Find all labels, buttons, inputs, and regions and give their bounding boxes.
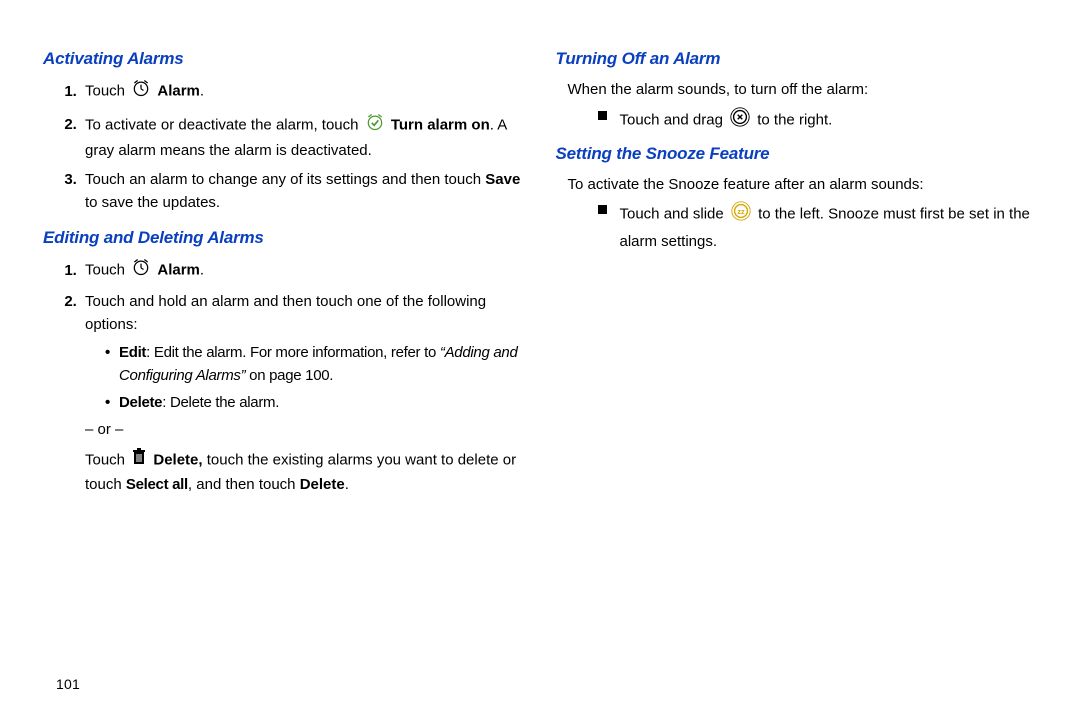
heading-editing-deleting-alarms: Editing and Deleting Alarms [43, 225, 528, 251]
alarm-clock-icon [131, 257, 151, 284]
bold-text: Turn alarm on [391, 116, 490, 133]
manual-page: Activating Alarms Touch Alarm. To activa… [0, 0, 1080, 720]
heading-activating-alarms: Activating Alarms [43, 46, 528, 72]
editing-alarms-list: Touch Alarm. Touch and hold an alarm and… [55, 257, 528, 496]
turn-off-list: Touch and drag to the right. [568, 106, 1041, 135]
intro-text: When the alarm sounds, to turn off the a… [568, 78, 1041, 101]
text: Touch [85, 83, 129, 100]
svg-text:zz: zz [737, 208, 745, 217]
text: on page 100. [245, 367, 333, 384]
left-column: Activating Alarms Touch Alarm. To activa… [55, 40, 528, 700]
text: . [200, 262, 204, 279]
intro-text: To activate the Snooze feature after an … [568, 173, 1041, 196]
text: Touch and slide [620, 206, 728, 223]
list-item: Delete: Delete the alarm. [105, 391, 528, 414]
bold-text: Delete, [153, 451, 202, 468]
list-item: Touch Alarm. [81, 78, 528, 105]
text: to the right. [757, 111, 832, 128]
page-number: 101 [56, 676, 80, 692]
snooze-list: Touch and slide zz to the left. Snooze m… [568, 200, 1041, 253]
heading-turning-off-alarm: Turning Off an Alarm [556, 46, 1041, 72]
text: Touch an alarm to change any of its sett… [85, 171, 485, 188]
right-column: Turning Off an Alarm When the alarm soun… [568, 40, 1041, 700]
list-item: Touch Alarm. [81, 257, 528, 284]
bold-text: Delete [300, 476, 345, 493]
text: Touch and hold an alarm and then touch o… [85, 293, 486, 333]
text: : Edit the alarm. For more information, … [146, 344, 440, 361]
text: To activate or deactivate the alarm, tou… [85, 116, 363, 133]
list-item: Touch and drag to the right. [598, 106, 1041, 135]
text: , and then touch [188, 476, 300, 493]
bold-text: Alarm [157, 262, 200, 279]
text: : Delete the alarm. [162, 394, 279, 411]
bold-text: Delete [119, 394, 162, 411]
alarm-check-icon [365, 112, 385, 139]
trash-icon [131, 448, 147, 473]
list-item: Touch an alarm to change any of its sett… [81, 168, 528, 215]
text: . [345, 476, 349, 493]
list-item: Touch and hold an alarm and then touch o… [81, 290, 528, 496]
or-separator: – or – [85, 418, 528, 441]
heading-snooze-feature: Setting the Snooze Feature [556, 141, 1041, 167]
list-item: Touch and slide zz to the left. Snooze m… [598, 200, 1041, 253]
sub-bullet-list: Edit: Edit the alarm. For more informati… [85, 341, 528, 415]
text: . [200, 83, 204, 100]
activating-alarms-list: Touch Alarm. To activate or deactivate t… [55, 78, 528, 214]
bold-text: Alarm [157, 83, 200, 100]
text: to save the updates. [85, 194, 220, 211]
text-block: Touch Delete, touch the existing alarms … [85, 448, 528, 497]
text: Touch and drag [620, 111, 728, 128]
dismiss-circle-x-icon [729, 106, 751, 135]
bold-text: Select all [126, 476, 188, 493]
alarm-clock-icon [131, 78, 151, 105]
list-item: To activate or deactivate the alarm, tou… [81, 112, 528, 163]
bold-text: Save [485, 171, 520, 188]
snooze-circle-zz-icon: zz [730, 200, 752, 229]
list-item: Edit: Edit the alarm. For more informati… [105, 341, 528, 388]
bold-text: Edit [119, 344, 146, 361]
text: Touch [85, 451, 129, 468]
text: Touch [85, 262, 129, 279]
